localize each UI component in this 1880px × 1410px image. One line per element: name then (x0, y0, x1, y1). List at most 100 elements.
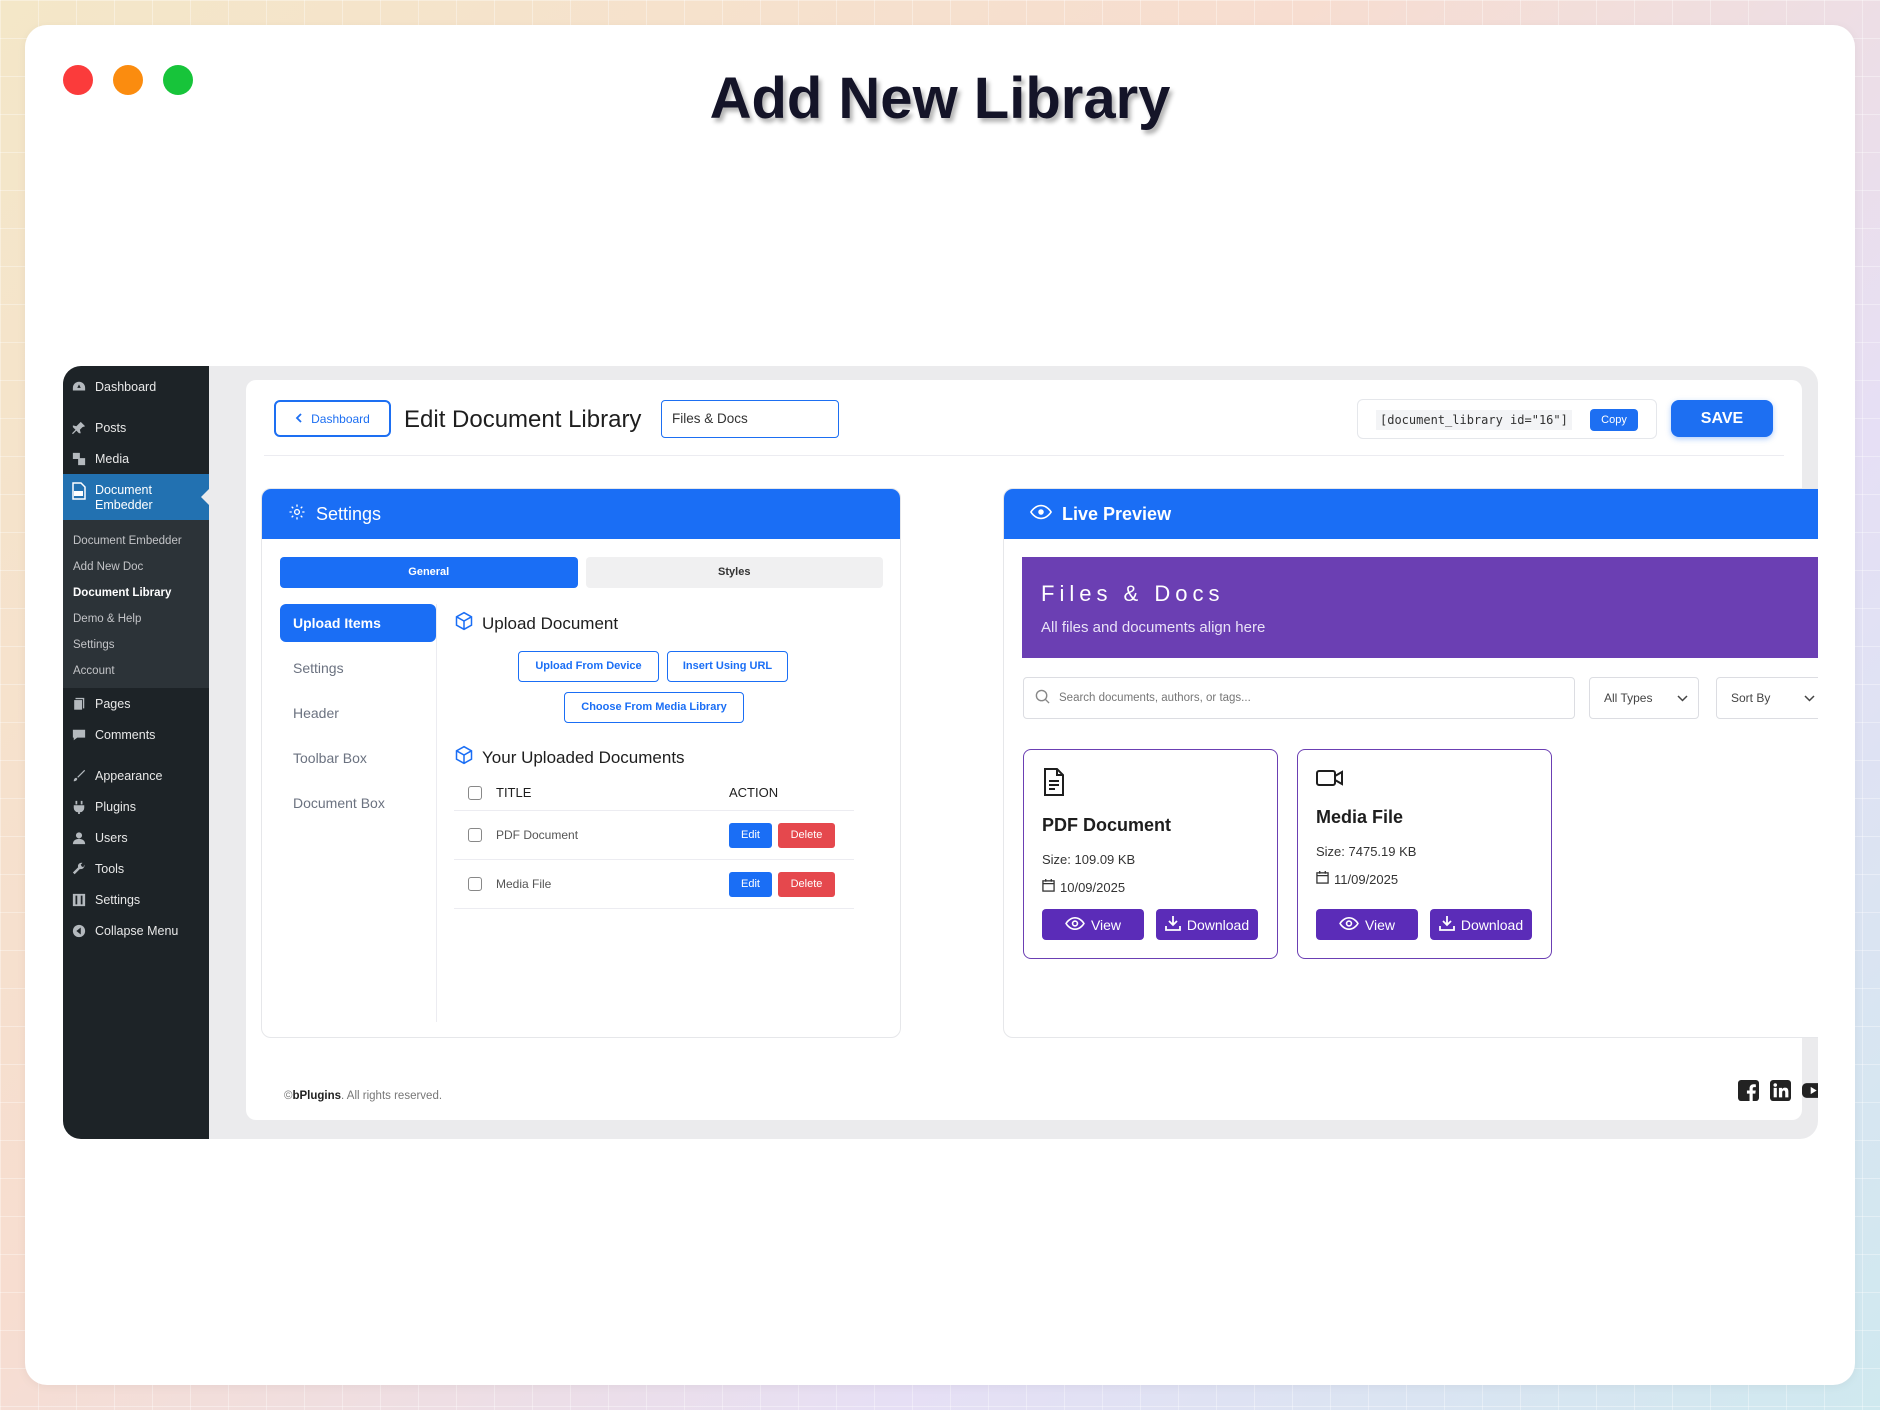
file-text-icon (1042, 768, 1066, 800)
download-button[interactable]: Download (1430, 909, 1532, 940)
settings-icon (71, 892, 87, 908)
submenu-add-new-doc[interactable]: Add New Doc (63, 554, 209, 580)
choose-media-library-button[interactable]: Choose From Media Library (564, 692, 744, 723)
document-card[interactable]: Media File Size: 7475.19 KB 11/09/2025 V… (1297, 749, 1552, 959)
sidebar-item-users[interactable]: Users (63, 822, 209, 853)
footer-copyright: ©bPlugins. All rights reserved. (284, 1090, 443, 1102)
page-title: Edit Document Library (404, 406, 642, 433)
chevron-down-icon (1804, 691, 1815, 705)
sidebar-item-label: Users (95, 830, 128, 845)
comments-icon (71, 727, 87, 743)
row-title: Media File (496, 877, 552, 891)
type-filter-select[interactable]: All Types (1589, 677, 1699, 719)
download-button[interactable]: Download (1156, 909, 1258, 940)
card-date: 10/09/2025 (1042, 879, 1259, 895)
view-button[interactable]: View (1316, 909, 1418, 940)
back-button-label: Dashboard (311, 411, 370, 426)
sidebar-item-tools[interactable]: Tools (63, 853, 209, 884)
sort-select[interactable]: Sort By (1716, 677, 1818, 719)
sidebar-item-settings[interactable]: Settings (63, 884, 209, 915)
eye-icon (1339, 916, 1359, 933)
shortcode-text: [document_library id="16"] (1376, 410, 1572, 430)
eye-icon (1065, 916, 1085, 933)
search-input[interactable]: Search documents, authors, or tags... (1023, 677, 1575, 719)
sidebar-item-label: Settings (95, 892, 141, 907)
footer-brand-link[interactable]: bPlugins (292, 1090, 341, 1102)
row-checkbox[interactable] (468, 828, 482, 842)
nav-settings[interactable]: Settings (280, 649, 436, 694)
sidebar-item-appearance[interactable]: Appearance (63, 760, 209, 791)
submenu-document-library[interactable]: Document Library (63, 580, 209, 606)
sidebar-item-label: Collapse Menu (95, 923, 179, 938)
facebook-icon[interactable] (1738, 1080, 1760, 1102)
sidebar-item-collapse[interactable]: Collapse Menu (63, 915, 209, 946)
save-button[interactable]: SAVE (1671, 400, 1773, 437)
tab-styles[interactable]: Styles (585, 557, 883, 588)
preview-heading: Live Preview (1062, 503, 1172, 524)
sidebar-item-media[interactable]: Media (63, 443, 209, 474)
pin-icon (71, 420, 87, 436)
edit-button[interactable]: Edit (729, 871, 772, 897)
sidebar-item-label: Tools (95, 861, 125, 876)
sidebar-item-label: Comments (95, 727, 156, 742)
row-checkbox[interactable] (468, 877, 482, 891)
linkedin-icon[interactable] (1770, 1080, 1792, 1102)
insert-using-url-button[interactable]: Insert Using URL (667, 651, 788, 682)
nav-document-box[interactable]: Document Box (280, 784, 436, 829)
table-row: Media File Edit Delete (454, 860, 854, 909)
sidebar-item-document-embedder[interactable]: Document Embedder (63, 474, 209, 520)
wp-submenu: Document Embedder Add New Doc Document L… (63, 520, 209, 688)
settings-tabs: General Styles (280, 557, 883, 588)
sidebar-item-dashboard[interactable]: Dashboard (63, 371, 209, 402)
submenu-settings[interactable]: Settings (63, 632, 209, 658)
download-icon (1438, 915, 1455, 934)
submenu-demo-help[interactable]: Demo & Help (63, 606, 209, 632)
plugins-icon (71, 799, 87, 815)
social-links (1738, 1080, 1818, 1102)
preview-panel: Live Preview Files & Docs All files and … (1003, 488, 1818, 1038)
video-icon (1316, 770, 1344, 792)
tab-general[interactable]: General (280, 557, 578, 588)
eye-icon (1029, 504, 1053, 525)
chevron-down-icon (1677, 691, 1688, 705)
nav-header[interactable]: Header (280, 694, 436, 739)
main-card: Dashboard Edit Document Library Files & … (246, 380, 1818, 1120)
nav-upload-items[interactable]: Upload Items (280, 604, 436, 642)
uploaded-section: Your Uploaded Documents (454, 745, 864, 770)
table-row: PDF Document Edit Delete (454, 811, 854, 860)
nav-toolbar-box[interactable]: Toolbar Box (280, 739, 436, 784)
card-size: Size: 109.09 KB (1042, 852, 1136, 867)
sidebar-item-plugins[interactable]: Plugins (63, 791, 209, 822)
banner-title: Files & Docs (1041, 581, 1225, 606)
chevron-left-icon (295, 412, 303, 426)
sidebar-item-label: Posts (95, 420, 127, 435)
delete-button[interactable]: Delete (778, 822, 835, 848)
documents-table: TITLE ACTION PDF Document Edit Delete Me… (454, 775, 854, 909)
box-icon (454, 745, 474, 770)
card-actions: View Download (1316, 909, 1532, 940)
submenu-account[interactable]: Account (63, 658, 209, 684)
sidebar-item-posts[interactable]: Posts (63, 412, 209, 443)
sidebar-item-pages[interactable]: Pages (63, 688, 209, 719)
copy-shortcode-button[interactable]: Copy (1590, 409, 1638, 431)
doc-icon (71, 482, 87, 500)
settings-heading: Settings (316, 503, 382, 524)
library-title-input[interactable]: Files & Docs (661, 400, 839, 438)
edit-button[interactable]: Edit (729, 822, 772, 848)
upload-from-device-button[interactable]: Upload From Device (518, 651, 659, 682)
sidebar-item-label: Document (95, 483, 152, 497)
sidebar-item-comments[interactable]: Comments (63, 719, 209, 750)
delete-button[interactable]: Delete (778, 871, 835, 897)
select-all-checkbox[interactable] (468, 785, 482, 800)
upload-document-title: Upload Document (454, 611, 864, 636)
appearance-icon (71, 768, 87, 784)
back-to-dashboard-button[interactable]: Dashboard (274, 400, 391, 437)
document-card[interactable]: PDF Document Size: 109.09 KB 10/09/2025 … (1023, 749, 1278, 959)
calendar-icon (1042, 879, 1055, 895)
submenu-document-embedder[interactable]: Document Embedder (63, 528, 209, 554)
youtube-icon[interactable] (1802, 1080, 1818, 1102)
collapse-icon (71, 923, 87, 939)
top-bar: Dashboard Edit Document Library Files & … (264, 380, 1784, 456)
view-button[interactable]: View (1042, 909, 1144, 940)
tools-icon (71, 861, 87, 877)
